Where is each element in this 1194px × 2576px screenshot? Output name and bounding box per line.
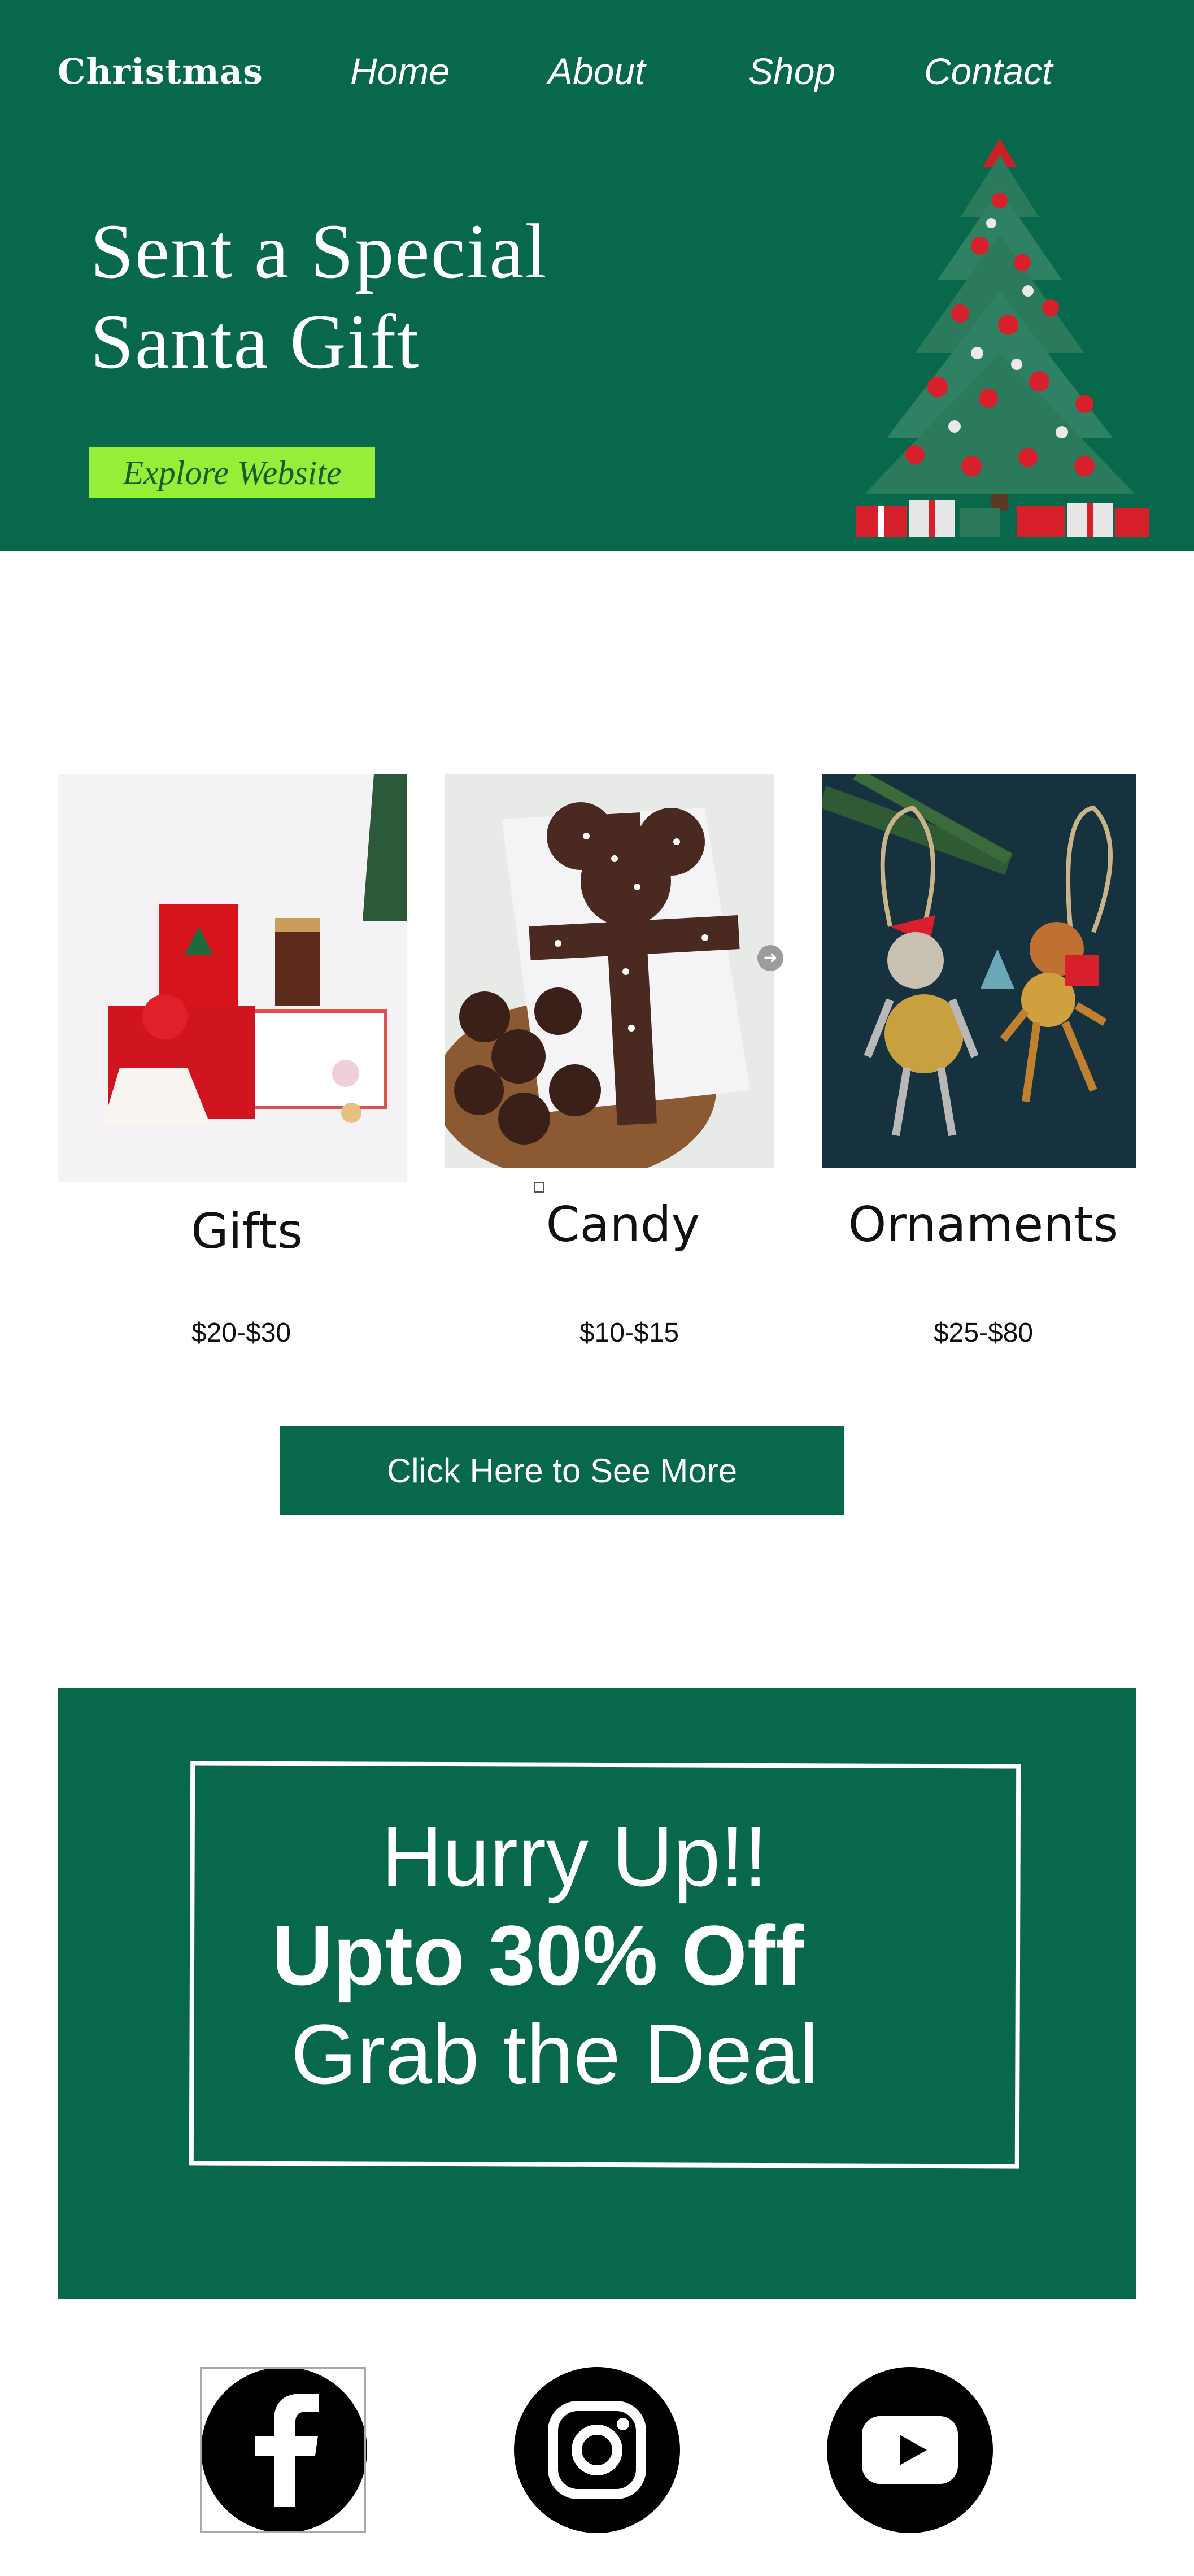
selection-outline (200, 2367, 366, 2533)
product-price-ornaments: $25-$80 (933, 1318, 1034, 1348)
product-name-candy: Candy (546, 1196, 700, 1253)
hero-title-line2: Santa Gift (90, 298, 420, 385)
see-more-button[interactable]: Click Here to See More (280, 1426, 844, 1515)
hero-banner: Christmas Home About Shop Contact Sent a… (0, 0, 1194, 551)
carousel-next-icon[interactable]: ➜ (757, 945, 783, 971)
product-price-gifts: $20-$30 (191, 1318, 291, 1348)
instagram-icon[interactable] (514, 2367, 680, 2533)
promo-line1: Hurry Up!! (381, 1809, 768, 1904)
candy-image[interactable] (445, 774, 774, 1168)
product-name-gifts: Gifts (191, 1203, 303, 1260)
gifts-image[interactable] (58, 774, 407, 1182)
promo-line3: Grab the Deal (291, 2007, 818, 2101)
ornaments-image[interactable] (822, 774, 1136, 1168)
product-price-candy: $10-$15 (579, 1318, 679, 1348)
nav-home[interactable]: Home (350, 50, 450, 93)
selection-handle-icon (534, 1182, 544, 1193)
brand-logo[interactable]: Christmas (58, 51, 263, 92)
product-name-ornaments: Ornaments (848, 1196, 1119, 1253)
nav-contact[interactable]: Contact (924, 50, 1052, 93)
promo-line2: Upto 30% Off (272, 1908, 804, 2003)
promo-text: Hurry Up!! Upto 30% Off Grab the Deal (58, 1763, 1136, 2167)
hero-title: Sent a Special Santa Gift (90, 206, 548, 387)
nav-shop[interactable]: Shop (748, 50, 835, 93)
nav-about[interactable]: About (548, 50, 645, 93)
christmas-tree-image (856, 138, 1149, 537)
explore-website-button[interactable]: Explore Website (89, 447, 375, 498)
hero-title-line1: Sent a Special (90, 208, 548, 294)
promo-banner: Hurry Up!! Upto 30% Off Grab the Deal (58, 1688, 1136, 2299)
youtube-icon[interactable] (827, 2367, 993, 2533)
